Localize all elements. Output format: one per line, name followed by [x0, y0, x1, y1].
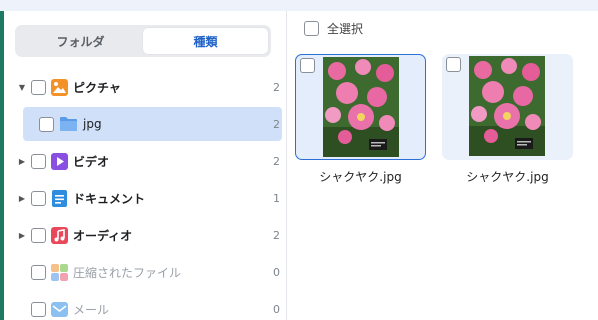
- tree-item-audio[interactable]: ▶ オーディオ 2: [12, 218, 282, 252]
- checkbox[interactable]: [31, 227, 46, 243]
- tree-item-label: オーディオ: [73, 228, 133, 243]
- mail-icon: [51, 301, 68, 318]
- archive-icon: [51, 263, 68, 281]
- music-icon: [51, 226, 68, 244]
- file-grid-panel: 全選択 シャクヤク.jpg シャクヤク.jpg: [288, 11, 598, 320]
- item-count: 2: [273, 80, 280, 94]
- file-tile[interactable]: [442, 54, 573, 160]
- tree-item-pictures[interactable]: ▼ ピクチャ 2: [12, 70, 282, 104]
- file-name: シャクヤク.jpg: [319, 170, 402, 184]
- image-thumbnail: [469, 56, 545, 156]
- checkbox[interactable]: [31, 79, 46, 95]
- file-checkbox[interactable]: [446, 57, 461, 72]
- expand-caret-icon[interactable]: ▶: [16, 192, 28, 204]
- file-checkbox[interactable]: [300, 58, 315, 73]
- tree-item-label: jpg: [83, 117, 102, 131]
- tree-item-archives[interactable]: ▶ 圧縮されたファイル 0: [12, 255, 282, 289]
- tree-item-label: ビデオ: [73, 154, 110, 169]
- sidebar: フォルダ 種類 ▼ ピクチャ 2 jpg 2 ▶ ビデオ 2 ▶ ドキュメント …: [4, 11, 287, 320]
- picture-icon: [51, 78, 68, 96]
- file-tile[interactable]: [295, 54, 426, 160]
- checkbox[interactable]: [31, 301, 46, 317]
- item-count: 2: [273, 154, 280, 168]
- document-icon: [51, 189, 68, 207]
- checkbox[interactable]: [31, 264, 46, 280]
- tree-item-mail[interactable]: ▶ メール 0: [12, 292, 282, 320]
- item-count: 0: [273, 265, 280, 279]
- item-count: 0: [273, 302, 280, 316]
- item-count: 2: [273, 117, 280, 131]
- select-all[interactable]: 全選択: [304, 20, 363, 37]
- tree-item-label: 圧縮されたファイル: [73, 265, 182, 280]
- tab-types[interactable]: 種類: [143, 28, 268, 54]
- folder-icon: [59, 116, 78, 133]
- expand-caret-icon[interactable]: ▶: [16, 155, 28, 167]
- checkbox[interactable]: [31, 153, 46, 169]
- tab-folders[interactable]: フォルダ: [18, 28, 143, 54]
- tree-item-label: メール: [73, 302, 110, 317]
- item-count: 1: [273, 191, 280, 205]
- select-all-label: 全選択: [327, 22, 364, 36]
- tree-item-label: ドキュメント: [73, 191, 146, 206]
- tree-item-jpg[interactable]: jpg 2: [23, 107, 282, 141]
- file-name: シャクヤク.jpg: [466, 170, 549, 184]
- expand-caret-icon[interactable]: ▶: [16, 229, 28, 241]
- view-switch: フォルダ 種類: [15, 25, 271, 57]
- tree-item-video[interactable]: ▶ ビデオ 2: [12, 144, 282, 178]
- top-strip: [0, 0, 598, 11]
- video-icon: [51, 152, 68, 170]
- tree-item-label: ピクチャ: [73, 80, 121, 95]
- image-thumbnail: [323, 57, 399, 157]
- expand-caret-icon[interactable]: ▼: [16, 81, 28, 93]
- select-all-checkbox[interactable]: [304, 21, 319, 36]
- tree-item-documents[interactable]: ▶ ドキュメント 1: [12, 181, 282, 215]
- checkbox[interactable]: [39, 116, 54, 132]
- item-count: 2: [273, 228, 280, 242]
- checkbox[interactable]: [31, 190, 46, 206]
